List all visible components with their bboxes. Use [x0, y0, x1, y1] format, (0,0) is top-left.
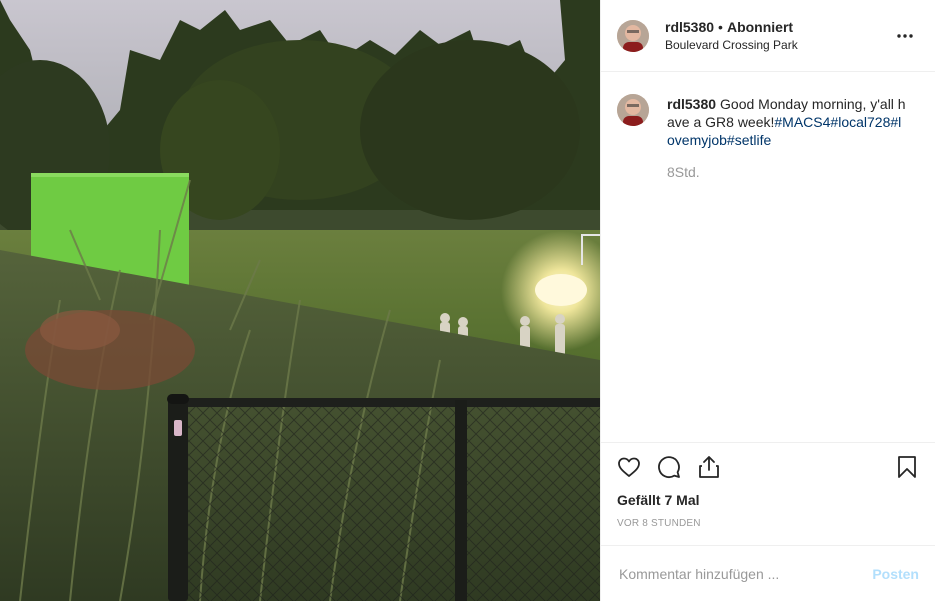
comment-input[interactable] — [617, 564, 873, 583]
header-username[interactable]: rdl5380 — [665, 19, 714, 35]
hashtag-link[interactable]: #setlife — [727, 132, 771, 148]
share-button[interactable] — [697, 455, 721, 479]
like-button[interactable] — [617, 455, 641, 479]
header-top-line: rdl5380 • Abonniert — [665, 19, 891, 35]
header-text: rdl5380 • Abonniert Boulevard Crossing Par… — [665, 19, 891, 53]
share-icon — [699, 455, 719, 478]
follow-status-button[interactable]: Abonniert — [727, 19, 793, 35]
likes-prefix: Gefällt — [617, 492, 661, 508]
more-options-button[interactable] — [891, 24, 919, 48]
post-header: rdl5380 • Abonniert Boulevard Crossing Par… — [601, 0, 935, 72]
caption-avatar[interactable] — [617, 94, 649, 126]
add-comment-bar: Posten — [601, 545, 935, 601]
hashtag-link[interactable]: #local728 — [830, 114, 890, 130]
avatar[interactable] — [617, 19, 649, 52]
post-photo[interactable] — [0, 0, 600, 601]
photo-image — [0, 0, 600, 601]
caption-row: rdl5380 Good Monday morning, y'all have a… — [617, 88, 919, 149]
save-button[interactable] — [895, 455, 919, 479]
caption-username[interactable]: rdl5380 — [667, 96, 716, 112]
likes-number-link[interactable]: 7 — [664, 492, 672, 508]
post-side-panel: rdl5380 • Abonniert Boulevard Crossing Par… — [600, 0, 935, 601]
more-horizontal-icon — [897, 33, 913, 38]
caption-time: 8Std. — [667, 164, 700, 180]
likes-suffix: Mal — [676, 492, 700, 508]
comment-icon — [658, 455, 680, 478]
caption-text: rdl5380 Good Monday morning, y'all have a… — [667, 88, 907, 149]
post-comment-button[interactable]: Posten — [872, 566, 919, 582]
action-bar — [601, 442, 935, 490]
instagram-post: rdl5380 • Abonniert Boulevard Crossing Par… — [0, 0, 935, 601]
comment-button[interactable] — [657, 455, 681, 479]
location-link[interactable]: Boulevard Crossing Park — [665, 37, 891, 53]
bookmark-icon — [898, 455, 916, 478]
heart-icon — [618, 457, 640, 477]
post-timestamp: VOR 8 STUNDEN — [617, 518, 701, 529]
hashtag-link[interactable]: #MACS4 — [774, 114, 830, 130]
header-separator: • — [718, 18, 723, 35]
comments-area: rdl5380 Good Monday morning, y'all have a… — [601, 72, 935, 442]
avatar-image — [617, 94, 649, 126]
likes-count: Gefällt 7 Mal — [601, 490, 935, 510]
avatar-image — [617, 19, 649, 52]
